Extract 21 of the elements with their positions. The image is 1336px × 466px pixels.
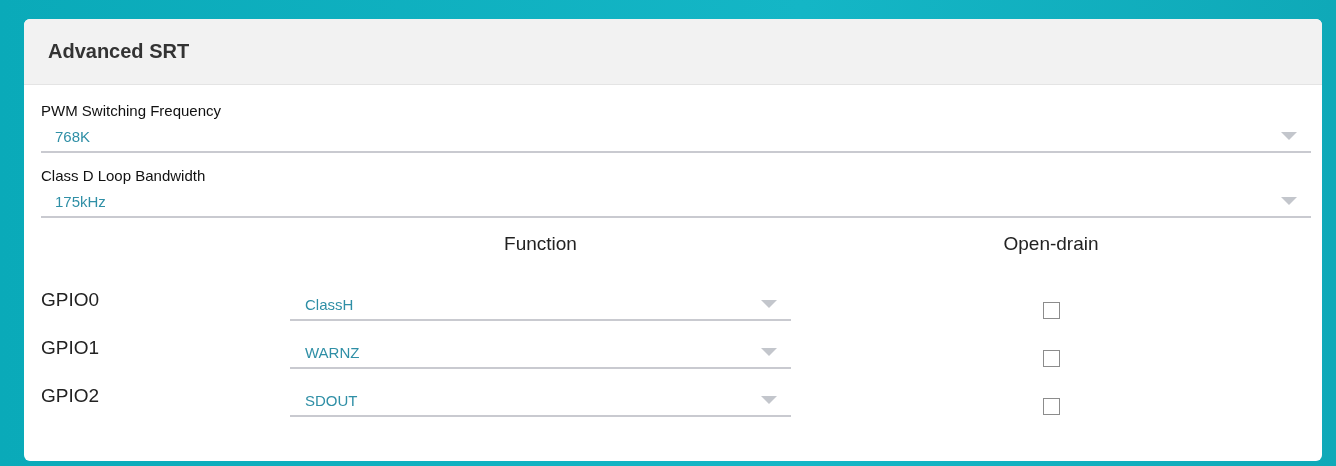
dropdown-field[interactable]: ClassH: [290, 281, 791, 321]
caret-icon: [1281, 132, 1297, 140]
checkbox[interactable]: [1042, 349, 1060, 367]
caret-icon: [1281, 197, 1297, 205]
dropdown-field[interactable]: SDOUT: [290, 377, 791, 417]
column-header: Function: [503, 232, 578, 256]
gpio-label: GPIO1: [41, 336, 101, 360]
checkbox[interactable]: [1042, 301, 1060, 319]
dropdown-field[interactable]: 768K: [41, 121, 1311, 153]
field-label: Class D Loop Bandwidth: [41, 166, 207, 186]
panel-title: Advanced SRT: [48, 40, 190, 63]
caret-icon: [761, 300, 777, 308]
dropdown-field[interactable]: 175kHz: [41, 186, 1311, 218]
column-header: Open-drain: [1002, 232, 1100, 256]
checkbox[interactable]: [1042, 397, 1060, 415]
gpio-label: GPIO0: [41, 288, 101, 312]
gpio-label: GPIO2: [41, 384, 101, 408]
caret-icon: [761, 396, 777, 404]
dropdown-field[interactable]: WARNZ: [290, 329, 791, 369]
caret-icon: [761, 348, 777, 356]
field-label: PWM Switching Frequency: [41, 101, 223, 121]
